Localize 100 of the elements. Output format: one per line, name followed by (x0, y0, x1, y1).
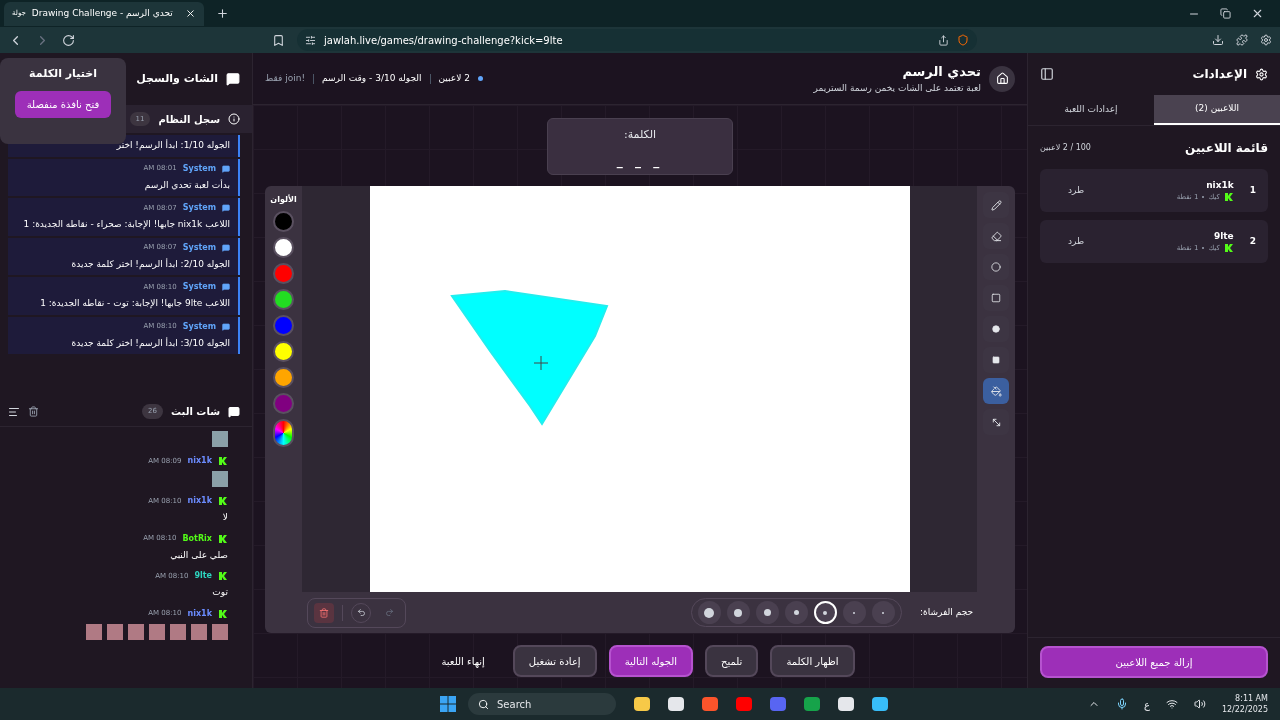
filled-rectangle-icon (992, 356, 1000, 364)
redo-icon (384, 608, 394, 617)
search-icon (478, 698, 489, 710)
emote-placeholder (86, 623, 102, 640)
microphone-icon[interactable] (1115, 698, 1128, 710)
share-icon[interactable] (938, 34, 949, 46)
network-icon[interactable] (1165, 698, 1178, 710)
square-icon (991, 293, 1001, 303)
tool-button[interactable] (983, 378, 1009, 404)
color-swatch[interactable] (273, 263, 294, 284)
panel-title: الشات والسجل (136, 70, 218, 87)
download-icon[interactable] (1212, 34, 1224, 46)
crosshair-icon (533, 355, 548, 371)
paint-bucket-icon (990, 385, 1002, 397)
gear-icon (1255, 67, 1268, 81)
open-window-button[interactable]: فتح نافذة منفصلة (14, 90, 112, 118)
colors-label: الألوان (270, 194, 297, 206)
action-button[interactable]: تلميح (705, 645, 759, 677)
settings-tab[interactable]: إعدادات اللعبة (1028, 95, 1154, 125)
action-button[interactable]: إنهاء اللعبة (425, 645, 501, 677)
platform-icon (218, 496, 228, 506)
game-stat: الجوله 3/10 - وقت الرسم (322, 71, 422, 85)
action-button[interactable]: إعادة تشغيل (512, 645, 597, 677)
action-button[interactable]: اظهار الكلمة (770, 645, 855, 677)
section-title: سجل النظام (158, 112, 220, 127)
close-icon[interactable] (1251, 7, 1264, 20)
info-icon (228, 113, 240, 125)
player-name: 9lte (1213, 229, 1234, 243)
color-swatch[interactable] (273, 393, 294, 414)
brush-size-button[interactable] (756, 601, 779, 624)
player-name: nix1k (1206, 178, 1234, 192)
user-name: nix1k (187, 495, 212, 507)
sender-name: System (182, 162, 216, 175)
site-settings-icon[interactable] (305, 34, 316, 46)
remove-all-button[interactable]: إزالة جميع اللاعبين (1040, 646, 1268, 678)
image-placeholder (212, 431, 228, 447)
clock[interactable]: 8:11 AM 12/22/2025 (1221, 693, 1268, 715)
popup-title: اختيار الكلمة (29, 66, 97, 82)
shield-icon[interactable] (957, 34, 969, 46)
search-field[interactable]: Search (468, 693, 616, 715)
color-swatch[interactable] (273, 211, 294, 232)
kick-button[interactable]: طرد (1068, 234, 1085, 249)
close-icon[interactable] (185, 8, 196, 19)
home-button[interactable] (989, 65, 1015, 92)
sender-name: System (182, 241, 216, 254)
diagonal-arrow-icon (990, 416, 1002, 428)
log-text: اللاعب nix1k جابها! الإجابة: صحراء - نقاطه الجديدة: 1 (23, 218, 230, 231)
game-stat: 2 لاعبين (438, 71, 470, 85)
message-text: توت (212, 586, 228, 599)
language-indicator[interactable]: ع (1143, 696, 1150, 712)
tab-title: Drawing Challenge - تحدي الرسم (31, 6, 173, 20)
color-swatch[interactable] (273, 289, 294, 310)
user-name: BotRix (182, 532, 212, 545)
app-icon[interactable] (668, 697, 684, 711)
action-button[interactable]: الجوله التالية (608, 645, 693, 677)
color-swatch[interactable] (273, 341, 294, 362)
restore-icon[interactable] (1220, 8, 1231, 19)
settings-icon[interactable] (1260, 34, 1272, 46)
color-swatch[interactable] (273, 237, 294, 258)
app-icon[interactable] (872, 697, 888, 711)
player-rank: 2 (1249, 234, 1256, 248)
game-title: تحدي الرسم (901, 63, 981, 81)
game-stat: !join فقط (265, 71, 306, 85)
delete-icon[interactable] (28, 406, 39, 417)
app-icon[interactable] (736, 697, 752, 711)
message-icon (222, 204, 230, 212)
app-icon[interactable] (634, 697, 650, 711)
address-bar[interactable]: jawlah.live/games/drawing-challenge?kick=9lte (297, 29, 977, 51)
color-picker[interactable] (273, 419, 294, 447)
brush-size-button[interactable] (814, 601, 837, 624)
circle-icon (991, 262, 1001, 272)
log-text: الجوله 1/10: ابدأ الرسم! اختر (116, 139, 230, 152)
color-swatch[interactable] (273, 315, 294, 336)
app-icon[interactable] (838, 697, 854, 711)
platform-icon (218, 456, 228, 466)
volume-icon[interactable] (1193, 698, 1206, 710)
chat-icon (228, 405, 240, 418)
game-subtitle: لعبة تعتمد على الشات يخمن رسمة الستريمر (813, 81, 981, 95)
kick-button[interactable]: طرد (1068, 183, 1085, 198)
color-swatch[interactable] (273, 367, 294, 388)
app-icon[interactable] (804, 697, 820, 711)
brush-size-button[interactable] (727, 601, 750, 624)
word-label: الكلمة: (623, 127, 657, 143)
list-icon[interactable] (8, 405, 20, 418)
brush-size-button[interactable] (785, 601, 808, 624)
message-icon (222, 243, 230, 252)
start-icon[interactable] (440, 696, 456, 712)
platform-icon (218, 608, 228, 619)
reload-icon[interactable] (62, 33, 75, 47)
extensions-icon[interactable] (1236, 34, 1248, 46)
new-tab-icon[interactable] (216, 7, 229, 20)
clear-button[interactable] (314, 602, 334, 623)
app-icon[interactable] (702, 697, 718, 711)
settings-tab[interactable]: اللاعبين (2) (1154, 95, 1280, 125)
platform-icon (1223, 192, 1234, 203)
collapse-icon[interactable] (1040, 67, 1054, 81)
delete-icon (319, 607, 329, 618)
message-icon (222, 283, 230, 291)
brush-size-button[interactable] (698, 601, 721, 624)
bookmark-icon[interactable] (272, 33, 285, 47)
